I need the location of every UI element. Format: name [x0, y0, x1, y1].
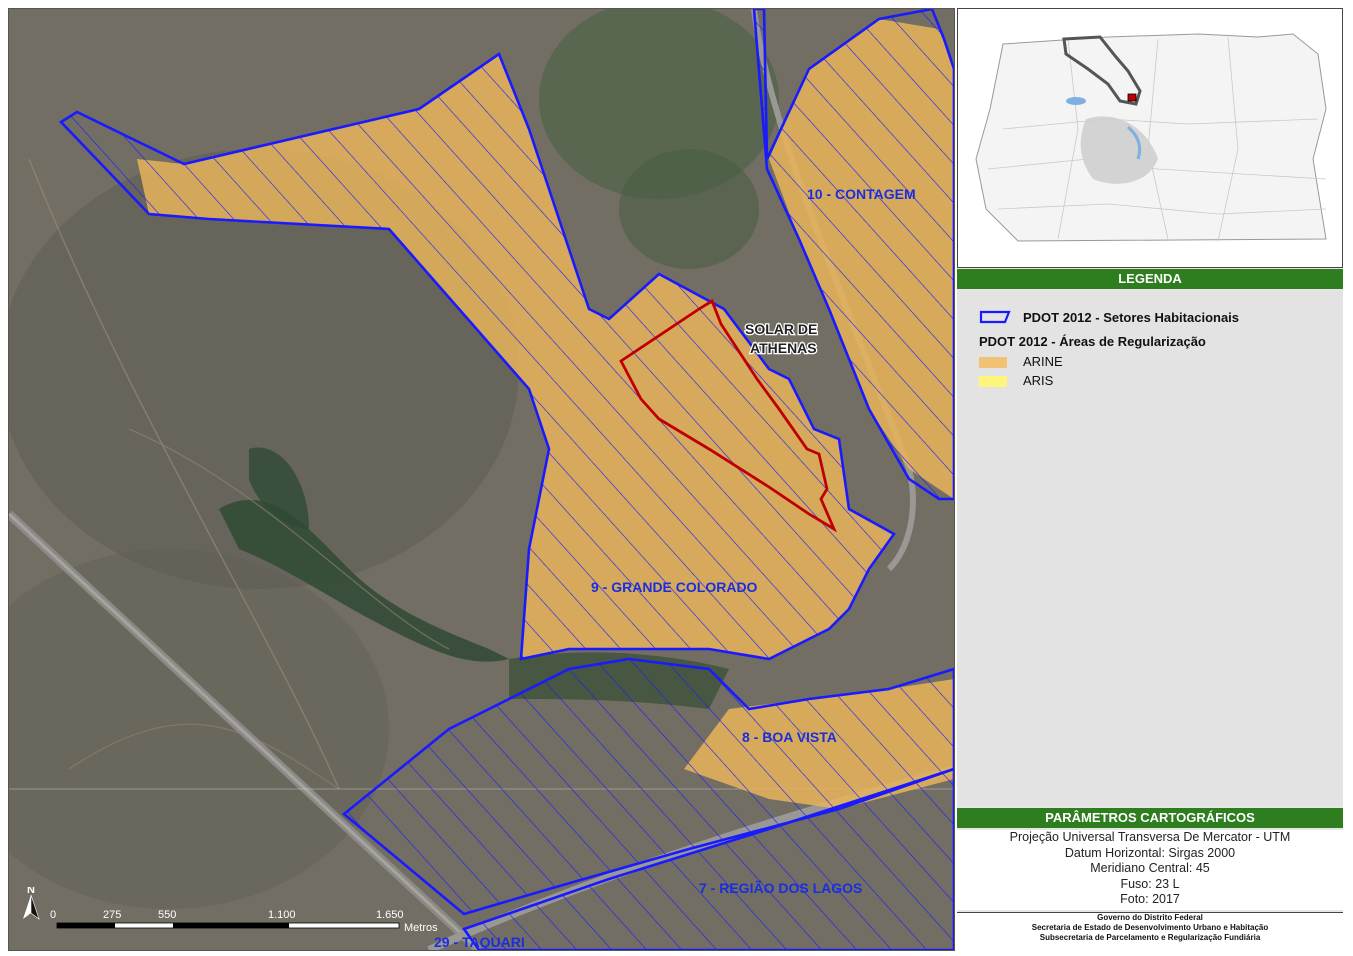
north-arrow-icon: N: [23, 887, 40, 920]
legend-aris-label: ARIS: [1023, 373, 1054, 388]
param-line: Meridiano Central: 45: [1090, 861, 1210, 875]
aris-swatch-icon: [979, 376, 1007, 387]
place-label-line2: ATHENAS: [750, 340, 817, 356]
params-title: PARÂMETROS CARTOGRÁFICOS: [957, 808, 1343, 828]
legend-arine-label: ARINE: [1023, 354, 1063, 369]
sector-outline-swatch-icon: [979, 310, 1011, 324]
param-line: Datum Horizontal: Sirgas 2000: [1064, 845, 1236, 860]
legend-title: LEGENDA: [957, 269, 1343, 289]
legend: PDOT 2012 - Setores Habitacionais PDOT 2…: [957, 290, 1343, 806]
zone-label-contagem: 10 - CONTAGEM: [807, 186, 916, 202]
param-line: Fuso: 23 L: [1120, 876, 1180, 891]
zone-label-regiao-dos-lagos: 7 - REGIÃO DOS LAGOS: [699, 879, 862, 896]
credit-line: Subsecretaria de Parcelamento e Regulari…: [1039, 933, 1261, 942]
param-line: Foto: 2017: [1120, 892, 1180, 906]
svg-text:550: 550: [158, 909, 176, 921]
legend-areas-heading: PDOT 2012 - Áreas de Regularização: [979, 334, 1206, 349]
credit-line: Governo do Distrito Federal: [1097, 913, 1203, 922]
svg-text:0: 0: [50, 909, 56, 921]
scale-bar: N 0 275 550 1.100 1.650 Metros: [19, 887, 459, 937]
svg-text:Metros: Metros: [404, 922, 438, 934]
map-view[interactable]: 10 - CONTAGEM 9 - GRANDE COLORADO 8 - BO…: [8, 8, 955, 951]
locator-inset-map: [957, 8, 1343, 268]
param-line: Projeção Universal Transversa De Mercato…: [1009, 830, 1291, 844]
place-label-line1: SOLAR DE: [745, 321, 817, 337]
satellite-map: 10 - CONTAGEM 9 - GRANDE COLORADO 8 - BO…: [9, 9, 954, 950]
credit-line: Secretaria de Estado de Desenvolvimento …: [1031, 923, 1269, 932]
svg-text:275: 275: [103, 909, 121, 921]
credits: Governo do Distrito Federal Secretaria d…: [957, 912, 1343, 950]
svg-text:1.650: 1.650: [376, 909, 404, 921]
cartographic-params: Projeção Universal Transversa De Mercato…: [957, 830, 1343, 910]
svg-text:1.100: 1.100: [268, 909, 296, 921]
arine-swatch-icon: [979, 357, 1007, 368]
zone-label-boa-vista: 8 - BOA VISTA: [742, 729, 837, 745]
side-panel: LEGENDA PDOT 2012 - Setores Habitacionai…: [957, 8, 1343, 950]
zone-label-grande-colorado: 9 - GRANDE COLORADO: [591, 579, 758, 595]
legend-sector-label: PDOT 2012 - Setores Habitacionais: [1023, 310, 1240, 325]
svg-text:N: N: [27, 887, 35, 896]
